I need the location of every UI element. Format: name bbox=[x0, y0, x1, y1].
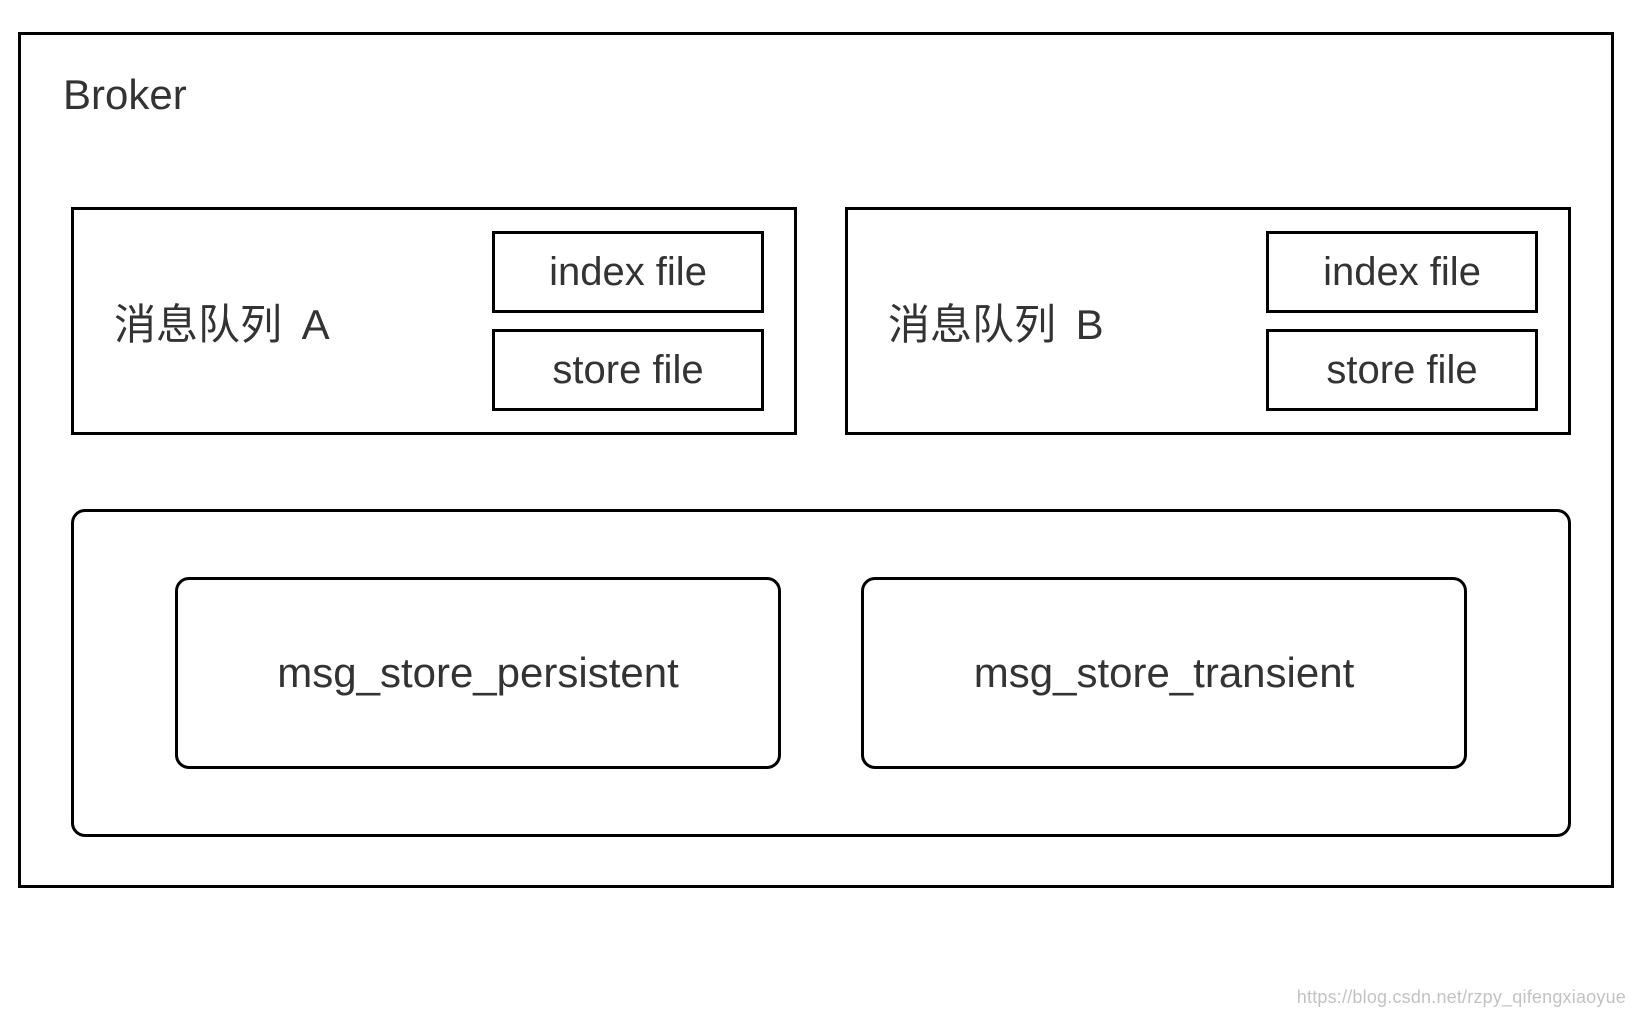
storage-container: msg_store_persistent msg_store_transient bbox=[71, 509, 1571, 837]
message-queue-a: 消息队列 A index file store file bbox=[71, 207, 797, 435]
queue-a-label: 消息队列 A bbox=[114, 291, 492, 352]
queue-a-index-file: index file bbox=[492, 231, 764, 313]
broker-title: Broker bbox=[63, 71, 187, 119]
queue-b-store-file: store file bbox=[1266, 329, 1538, 411]
queues-row: 消息队列 A index file store file 消息队列 B inde… bbox=[71, 207, 1571, 435]
queue-b-label: 消息队列 B bbox=[888, 291, 1266, 352]
watermark: https://blog.csdn.net/rzpy_qifengxiaoyue bbox=[1297, 987, 1626, 1008]
queue-b-index-file: index file bbox=[1266, 231, 1538, 313]
queue-a-store-file: store file bbox=[492, 329, 764, 411]
msg-store-transient: msg_store_transient bbox=[861, 577, 1467, 769]
queue-a-files: index file store file bbox=[492, 231, 764, 411]
queue-b-files: index file store file bbox=[1266, 231, 1538, 411]
broker-container: Broker 消息队列 A index file store file 消息队列… bbox=[18, 32, 1614, 888]
message-queue-b: 消息队列 B index file store file bbox=[845, 207, 1571, 435]
msg-store-persistent: msg_store_persistent bbox=[175, 577, 781, 769]
